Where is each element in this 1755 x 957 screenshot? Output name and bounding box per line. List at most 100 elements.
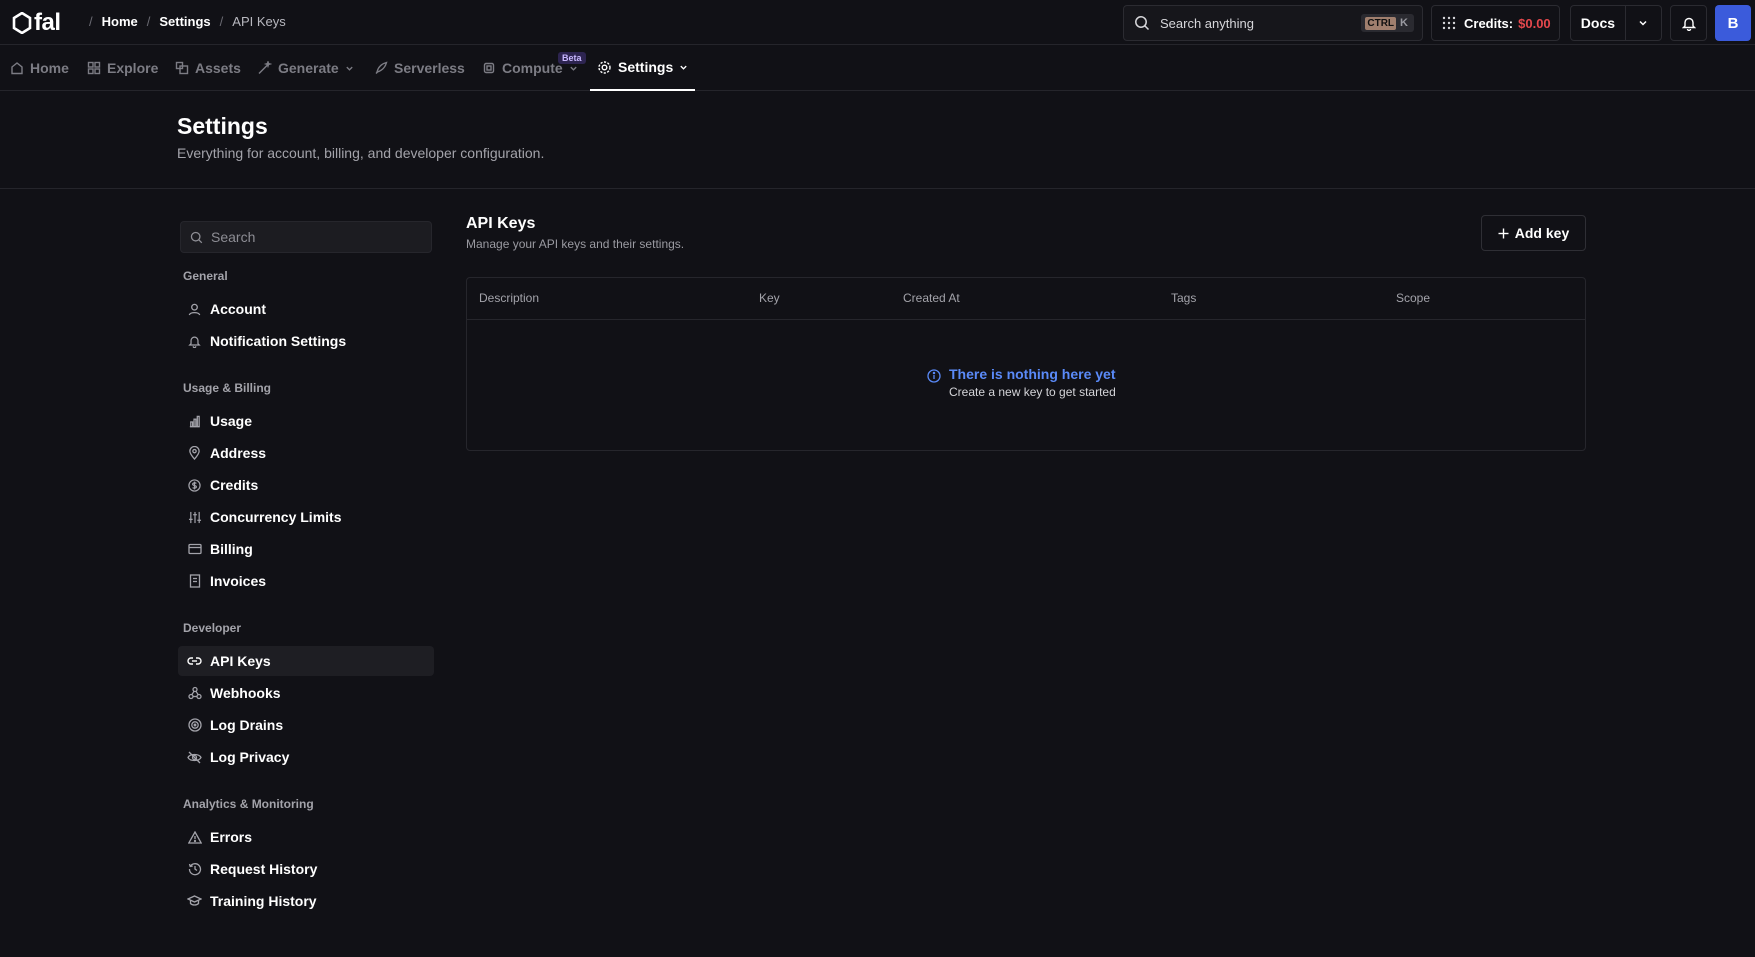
credits-label: Credits: bbox=[1464, 15, 1514, 31]
nav-generate[interactable]: Generate bbox=[257, 45, 354, 91]
empty-state-title: There is nothing here yet bbox=[949, 366, 1116, 382]
link-icon bbox=[187, 657, 202, 665]
breadcrumb-separator: / bbox=[146, 14, 151, 29]
grid-dots-icon bbox=[1442, 16, 1456, 30]
empty-state: There is nothing here yet Create a new k… bbox=[927, 366, 1116, 399]
gear-icon bbox=[598, 60, 611, 74]
nav-settings-label: Settings bbox=[618, 59, 674, 75]
user-icon bbox=[188, 303, 201, 315]
sidebar-item-label: Request History bbox=[210, 861, 318, 877]
graduation-cap-icon bbox=[187, 895, 202, 906]
sidebar-item-usage[interactable]: Usage bbox=[178, 406, 434, 436]
sidebar-item-account[interactable]: Account bbox=[178, 294, 434, 324]
credits-button[interactable]: Credits: $0.00 bbox=[1431, 5, 1560, 41]
search-shortcut: CTRL K bbox=[1361, 14, 1414, 32]
sidebar-item-address[interactable]: Address bbox=[178, 438, 434, 468]
receipt-icon bbox=[189, 574, 200, 588]
sidebar-item-errors[interactable]: Errors bbox=[178, 822, 434, 852]
sidebar-item-concurrency-limits[interactable]: Concurrency Limits bbox=[178, 502, 434, 532]
sidebar-group-general: General bbox=[183, 269, 228, 283]
page-title: Settings bbox=[177, 113, 268, 139]
sidebar-item-label: Concurrency Limits bbox=[210, 509, 342, 525]
search-icon bbox=[190, 231, 203, 243]
sidebar-item-label: Invoices bbox=[210, 573, 267, 589]
sidebar-item-label: Notification Settings bbox=[210, 333, 347, 349]
bell-icon bbox=[1681, 17, 1696, 31]
sidebar-item-label: Usage bbox=[210, 413, 253, 429]
column-created-at: Created At bbox=[903, 291, 960, 305]
breadcrumb-api-keys: API Keys bbox=[232, 14, 286, 29]
sidebar-item-log-privacy[interactable]: Log Privacy bbox=[178, 742, 434, 772]
sidebar-item-training-history[interactable]: Training History bbox=[178, 886, 434, 916]
section-title: API Keys bbox=[466, 215, 536, 232]
sidebar-item-webhooks[interactable]: Webhooks bbox=[178, 678, 434, 708]
add-key-label: Add key bbox=[1514, 225, 1570, 241]
history-icon bbox=[188, 863, 201, 876]
plus-icon bbox=[1498, 228, 1509, 238]
info-icon bbox=[927, 369, 941, 383]
breadcrumb-separator: / bbox=[219, 14, 224, 29]
nav-serverless-label: Serverless bbox=[394, 60, 465, 76]
nav-home[interactable]: Home bbox=[10, 45, 69, 91]
sliders-icon bbox=[188, 511, 201, 523]
sidebar-item-label: Log Privacy bbox=[210, 749, 290, 765]
nav-explore-label: Explore bbox=[107, 60, 159, 76]
chevron-down-icon bbox=[1639, 20, 1647, 26]
sidebar-search-input[interactable]: Search bbox=[180, 221, 432, 253]
shortcut-ctrl: CTRL bbox=[1365, 16, 1397, 30]
sidebar-item-request-history[interactable]: Request History bbox=[178, 854, 434, 884]
sidebar-item-log-drains[interactable]: Log Drains bbox=[178, 710, 434, 740]
home-icon bbox=[11, 62, 23, 75]
nav-serverless[interactable]: Serverless bbox=[374, 45, 465, 91]
grid-icon bbox=[87, 61, 101, 75]
sidebar-item-billing[interactable]: Billing bbox=[178, 534, 434, 564]
nav-explore[interactable]: Explore bbox=[87, 45, 158, 91]
add-key-button[interactable]: Add key bbox=[1481, 215, 1586, 251]
section-subtitle: Manage your API keys and their settings. bbox=[466, 237, 685, 251]
top-bar: fal / Home / Settings / API Keys Search … bbox=[0, 0, 1755, 45]
logo-text: fal bbox=[34, 9, 61, 36]
sidebar-item-label: Account bbox=[210, 301, 266, 317]
sidebar-item-notification-settings[interactable]: Notification Settings bbox=[178, 326, 434, 356]
credits-value: $0.00 bbox=[1518, 15, 1551, 31]
column-description: Description bbox=[479, 291, 540, 305]
magic-wand-icon bbox=[258, 61, 272, 74]
page-subtitle: Everything for account, billing, and dev… bbox=[177, 145, 545, 161]
shortcut-k: K bbox=[1400, 17, 1408, 29]
sidebar-item-invoices[interactable]: Invoices bbox=[178, 566, 434, 596]
webhook-icon bbox=[187, 686, 202, 700]
sidebar-item-credits[interactable]: Credits bbox=[178, 470, 434, 500]
nav-compute-label: Compute bbox=[502, 60, 563, 76]
sidebar-item-label: Errors bbox=[210, 829, 253, 845]
sidebar-group-developer: Developer bbox=[183, 621, 242, 635]
bell-icon bbox=[188, 336, 201, 348]
rocket-icon bbox=[375, 61, 388, 74]
fal-logo[interactable]: fal bbox=[12, 11, 61, 35]
notifications-button[interactable] bbox=[1670, 5, 1707, 41]
dollar-circle-icon bbox=[188, 478, 201, 492]
nav-assets-label: Assets bbox=[195, 60, 241, 76]
search-placeholder: Search anything bbox=[1160, 15, 1254, 31]
nav-assets[interactable]: Assets bbox=[175, 45, 241, 91]
user-avatar[interactable]: B bbox=[1715, 5, 1751, 41]
chevron-down-icon bbox=[569, 66, 577, 71]
warning-triangle-icon bbox=[187, 830, 202, 844]
main-nav: Home Explore Assets Generate Serverless … bbox=[0, 45, 1755, 91]
credit-card-icon bbox=[187, 543, 202, 555]
bar-chart-icon bbox=[189, 415, 200, 427]
breadcrumb-settings[interactable]: Settings bbox=[159, 14, 210, 29]
global-search-input[interactable]: Search anything CTRL K bbox=[1123, 5, 1423, 41]
breadcrumb-home[interactable]: Home bbox=[102, 14, 138, 29]
sidebar-item-label: Webhooks bbox=[210, 685, 281, 701]
sidebar-item-api-keys[interactable]: API Keys bbox=[178, 646, 434, 676]
breadcrumb: / Home / Settings / API Keys bbox=[80, 14, 286, 29]
sidebar-item-label: Billing bbox=[210, 541, 253, 557]
cpu-icon bbox=[483, 62, 495, 74]
sidebar-item-label: API Keys bbox=[210, 653, 271, 669]
docs-button[interactable]: Docs bbox=[1571, 15, 1625, 31]
radar-icon bbox=[187, 718, 202, 732]
eye-off-icon bbox=[187, 751, 202, 763]
nav-settings[interactable]: Settings bbox=[590, 45, 696, 91]
sidebar-item-label: Log Drains bbox=[210, 717, 284, 733]
docs-dropdown-button[interactable] bbox=[1626, 18, 1661, 28]
